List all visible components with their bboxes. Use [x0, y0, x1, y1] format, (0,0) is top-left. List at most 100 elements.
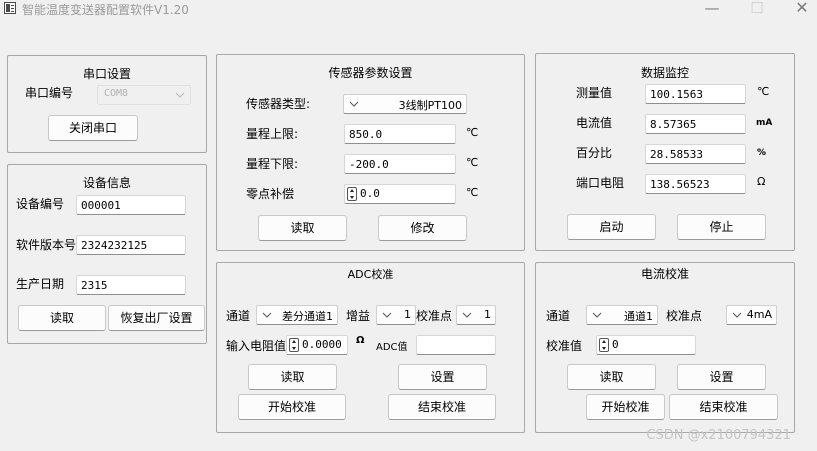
adc-point-value: 1 — [484, 308, 491, 321]
input-resistance-label: 输入电阻值 — [226, 339, 287, 353]
serial-settings-group: 串口设置 串口编号 COM8 关闭串口 — [7, 55, 207, 153]
range-upper-unit: ℃ — [466, 126, 479, 139]
adc-value-label: ADC值 — [376, 342, 408, 353]
range-lower-unit: ℃ — [466, 156, 479, 169]
range-upper-field[interactable]: 850.0 — [344, 124, 456, 144]
app-icon — [4, 2, 16, 14]
resistance-label: 端口电阻 — [576, 176, 625, 190]
current-calibration-title: 电流校准 — [640, 267, 689, 281]
cal-value-spinbox[interactable]: 0 — [596, 335, 696, 355]
minimize-button[interactable]: — — [697, 0, 727, 18]
sensor-settings-group: 传感器参数设置 传感器类型: 3线制PT100 量程上限: 850.0 ℃ 量程… — [216, 54, 525, 251]
serial-settings-title: 串口设置 — [82, 67, 131, 81]
sensor-read-button[interactable]: 读取 — [258, 215, 347, 241]
current-point-label: 校准点 — [666, 309, 703, 323]
current-channel-value: 通道1 — [624, 310, 653, 323]
range-lower-field[interactable]: -200.0 — [344, 154, 456, 174]
adc-gain-value: 1 — [404, 308, 411, 321]
adc-channel-select[interactable]: 差分通道1 — [256, 305, 338, 325]
zero-comp-spinbox[interactable]: 0.0 — [344, 184, 456, 204]
cal-value: 0 — [612, 338, 619, 351]
monitor-start-button[interactable]: 启动 — [567, 214, 656, 240]
monitor-stop-button[interactable]: 停止 — [677, 214, 766, 240]
current-unit: mA — [756, 118, 773, 128]
percent-label: 百分比 — [576, 146, 613, 160]
spin-arrows-icon[interactable] — [599, 338, 609, 352]
current-end-button[interactable]: 结束校准 — [669, 394, 778, 420]
device-info-title: 设备信息 — [82, 176, 131, 190]
version-label: 软件版本号 — [16, 238, 77, 252]
current-channel-label: 通道 — [546, 309, 571, 323]
current-point-select[interactable]: 4mA — [726, 305, 777, 325]
adc-read-button[interactable]: 读取 — [248, 364, 337, 390]
sensor-type-label: 传感器类型: — [246, 97, 311, 111]
measure-label: 测量值 — [576, 86, 613, 100]
adc-gain-label: 增益 — [346, 309, 371, 323]
serial-port-select[interactable]: COM8 — [97, 85, 191, 105]
zero-comp-label: 零点补偿 — [246, 187, 295, 201]
factory-reset-button[interactable]: 恢复出厂设置 — [108, 305, 205, 331]
zero-comp-value: 0.0 — [360, 187, 380, 200]
input-resistance-value: 0.0000 — [302, 338, 342, 351]
sensor-type-select[interactable]: 3线制PT100 — [343, 94, 467, 114]
adc-calibration-title: ADC校准 — [347, 268, 394, 281]
range-lower-label: 量程下限: — [246, 157, 299, 171]
adc-point-select[interactable]: 1 — [456, 305, 496, 325]
current-label: 电流值 — [576, 116, 613, 130]
production-date-field[interactable]: 2315 — [76, 275, 186, 295]
percent-field[interactable]: 28.58533 — [645, 144, 746, 164]
device-info-group: 设备信息 设备编号 000001 软件版本号 2324232125 生产日期 2… — [7, 164, 207, 344]
current-start-button[interactable]: 开始校准 — [586, 394, 665, 420]
adc-end-button[interactable]: 结束校准 — [388, 394, 496, 420]
spin-arrows-icon[interactable] — [347, 187, 357, 201]
current-field[interactable]: 8.57365 — [645, 114, 746, 134]
chevron-down-icon — [261, 309, 273, 321]
version-field[interactable]: 2324232125 — [76, 235, 186, 255]
chevron-down-icon — [591, 309, 603, 321]
current-point-value: 4mA — [746, 308, 772, 321]
resistance-field[interactable]: 138.56523 — [645, 174, 746, 194]
chevron-down-icon — [381, 309, 393, 321]
chevron-down-icon — [348, 98, 360, 110]
ohm-unit: Ω — [356, 335, 365, 346]
device-read-button[interactable]: 读取 — [18, 305, 106, 331]
maximize-button[interactable]: ☐ — [742, 0, 772, 18]
device-id-field[interactable]: 000001 — [76, 195, 186, 215]
device-id-label: 设备编号 — [16, 197, 65, 211]
chevron-down-icon — [174, 89, 186, 101]
adc-point-label: 校准点 — [416, 309, 453, 323]
serial-port-value: COM8 — [104, 88, 129, 99]
adc-start-button[interactable]: 开始校准 — [238, 394, 346, 420]
measure-field[interactable]: 100.1563 — [645, 84, 746, 104]
current-set-button[interactable]: 设置 — [677, 364, 766, 390]
production-date-label: 生产日期 — [16, 277, 65, 291]
input-resistance-spinbox[interactable]: 0.0000 — [286, 335, 348, 355]
watermark: CSDN @x2100794321 — [646, 428, 791, 443]
data-monitor-title: 数据监控 — [640, 66, 689, 80]
data-monitor-group: 数据监控 测量值 100.1563 ℃ 电流值 8.57365 mA 百分比 2… — [535, 53, 795, 251]
measure-unit: ℃ — [757, 85, 770, 98]
adc-set-button[interactable]: 设置 — [398, 364, 487, 390]
chevron-down-icon — [461, 309, 473, 321]
sensor-modify-button[interactable]: 修改 — [378, 215, 467, 241]
zero-comp-unit: ℃ — [466, 186, 479, 199]
sensor-settings-title: 传感器参数设置 — [328, 66, 413, 80]
spin-arrows-icon[interactable] — [289, 338, 299, 352]
adc-channel-value: 差分通道1 — [282, 310, 333, 323]
sensor-type-value: 3线制PT100 — [398, 99, 462, 112]
current-channel-select[interactable]: 通道1 — [586, 305, 658, 325]
resistance-unit: Ω — [757, 175, 766, 188]
percent-unit: % — [757, 148, 767, 158]
serial-port-label: 串口编号 — [25, 86, 74, 100]
cal-value-label: 校准值 — [546, 339, 583, 353]
window-title: 智能温度变送器配置软件V1.20 — [22, 3, 189, 17]
close-button[interactable]: ✕ — [787, 0, 817, 18]
close-serial-button[interactable]: 关闭串口 — [48, 115, 138, 141]
adc-value-field[interactable] — [416, 335, 496, 355]
adc-calibration-group: ADC校准 通道 差分通道1 增益 1 校准点 1 输入电阻值 0.0000 Ω… — [216, 262, 525, 433]
current-calibration-group: 电流校准 通道 通道1 校准点 4mA 校准值 0 读取 设置 开始校准 结束校… — [535, 262, 795, 433]
adc-gain-select[interactable]: 1 — [376, 305, 416, 325]
title-bar: 智能温度变送器配置软件V1.20 — ☐ ✕ — [0, 0, 817, 20]
current-read-button[interactable]: 读取 — [567, 364, 656, 390]
range-upper-label: 量程上限: — [246, 127, 299, 141]
